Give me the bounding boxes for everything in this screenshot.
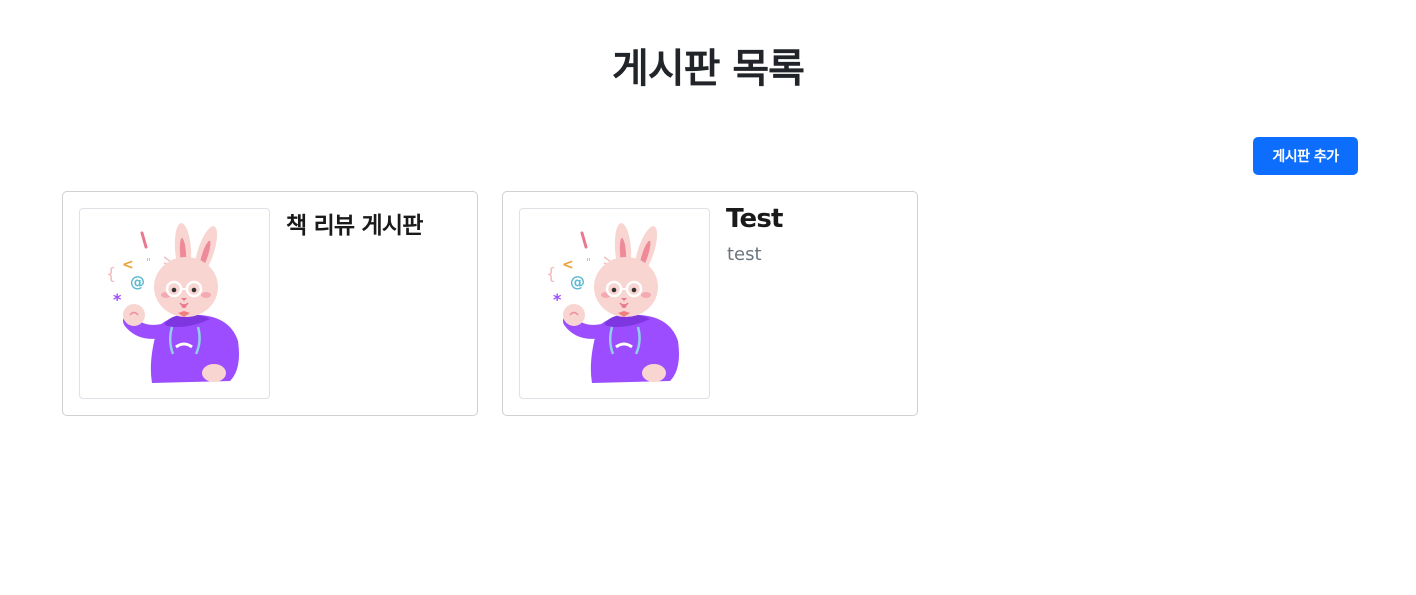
- rabbit-illustration-icon: < " { @ *: [106, 223, 239, 383]
- add-board-button[interactable]: 게시판 추가: [1253, 137, 1358, 175]
- svg-text:": ": [146, 256, 151, 269]
- board-card[interactable]: < " { @ *: [62, 191, 478, 416]
- board-thumbnail: < " { @ *: [79, 208, 270, 399]
- svg-text:*: *: [113, 290, 122, 309]
- board-title[interactable]: Test: [726, 204, 783, 234]
- svg-text:<: <: [122, 257, 134, 273]
- svg-text:{: {: [546, 264, 556, 283]
- rabbit-illustration-icon: < " { @ *: [546, 223, 679, 383]
- svg-text:<: <: [562, 257, 574, 273]
- svg-text:*: *: [553, 290, 562, 309]
- board-card[interactable]: < " { @ *: [502, 191, 918, 416]
- svg-text:@: @: [570, 273, 585, 291]
- svg-text:{: {: [106, 264, 116, 283]
- page-title: 게시판 목록: [612, 46, 805, 92]
- board-thumbnail: < " { @ *: [519, 208, 710, 399]
- svg-text:": ": [586, 256, 591, 269]
- board-title[interactable]: 책 리뷰 게시판: [286, 206, 423, 240]
- board-description: test: [727, 244, 762, 265]
- svg-text:@: @: [130, 273, 145, 291]
